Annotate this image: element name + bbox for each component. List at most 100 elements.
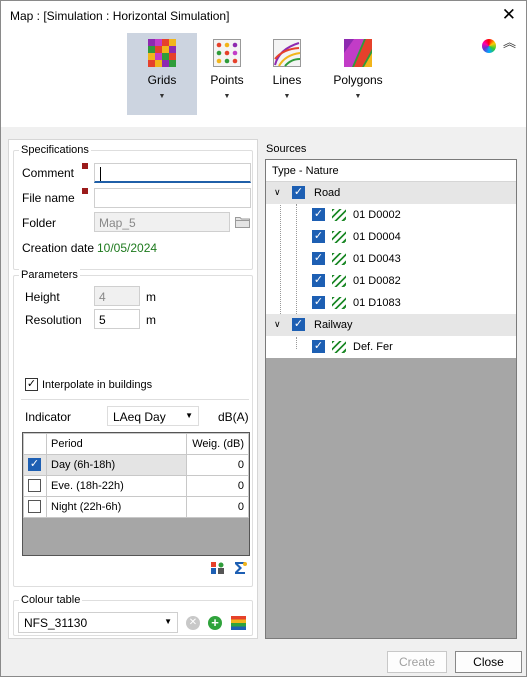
tree-body: ∨ ✓ Road ✓ 01 D0002 ✓ 01 D0004 ✓ 01 D004… [266,182,516,358]
item-checkbox[interactable]: ✓ [312,274,325,287]
filename-label: File name [22,191,75,205]
table-row[interactable]: Night (22h-6h) 0 [23,496,249,518]
colour-table-select[interactable]: NFS_31130 ▼ [18,612,178,633]
color-wheel-icon[interactable] [482,39,496,53]
indicator-label: Indicator [25,410,72,424]
item-label: 01 D0004 [353,231,401,243]
polygons-label: Polygons [333,73,383,87]
tree-header[interactable]: Type - Nature [266,160,516,182]
creation-date-label: Creation date [22,241,95,255]
tree-item[interactable]: ✓ 01 D1083 [266,292,516,314]
resolution-label: Resolution [25,313,82,327]
item-label: 01 D0082 [353,275,401,287]
creation-date-value: 10/05/2024 [97,241,158,255]
weight-header[interactable]: Weig. (dB) [186,433,249,455]
grids-label: Grids [147,73,177,87]
title-bar: Map : [Simulation : Horizontal Simulatio… [1,1,526,31]
tree-item[interactable]: ✓ 01 D0002 [266,204,516,226]
period-header[interactable]: Period [46,433,187,455]
divider [21,399,249,400]
tree-group-road[interactable]: ∨ ✓ Road [266,182,516,204]
table-row[interactable]: Eve. (18h-22h) 0 [23,475,249,497]
day-checkbox[interactable]: ✓ [28,458,41,471]
height-input[interactable]: 4 [94,286,140,306]
tree-item[interactable]: ✓ 01 D0043 [266,248,516,270]
close-button[interactable]: Close [455,651,522,673]
chevron-down-icon: ▼ [185,411,193,420]
lines-button[interactable]: Lines ▼ [260,33,314,115]
sum-icon[interactable] [233,561,248,575]
evening-checkbox[interactable] [28,479,41,492]
sources-tree: Type - Nature ∨ ✓ Road ✓ 01 D0002 ✓ 01 D… [265,159,517,639]
height-unit: m [146,290,156,304]
folder-label: Folder [22,216,57,230]
item-checkbox[interactable]: ✓ [312,340,325,353]
folder-browse-icon[interactable] [235,216,250,228]
table-row[interactable]: ✓ Day (6h-18h) 0 [23,454,249,476]
map-dialog: Map : [Simulation : Horizontal Simulatio… [0,0,527,677]
specifications-legend: Specifications [19,144,91,156]
interpolate-label: Interpolate in buildings [42,379,153,391]
weight-cell[interactable]: 0 [186,475,249,497]
close-window-icon[interactable]: ✕ [502,6,516,24]
collapse-ribbon-icon[interactable]: ︽ [503,36,516,50]
chevron-down-icon[interactable]: ∨ [274,319,281,330]
add-colour-table-icon[interactable]: + [208,616,222,630]
comment-input[interactable] [94,163,251,183]
interpolate-checkbox[interactable]: ✓ [25,378,38,391]
points-button[interactable]: Points ▼ [200,33,254,115]
item-checkbox[interactable]: ✓ [312,296,325,309]
tree-item[interactable]: ✓ 01 D0004 [266,226,516,248]
road-hatch-icon [332,231,346,243]
group-label: Road [314,187,341,199]
tree-group-railway[interactable]: ∨ ✓ Railway [266,314,516,336]
period-grid: Period Weig. (dB) ✓ Day (6h-18h) 0 Eve. … [22,432,250,556]
settings-panel: Specifications Comment File name Folder … [8,139,258,639]
rail-hatch-icon [332,341,346,353]
railway-checkbox[interactable]: ✓ [292,318,305,331]
filename-input[interactable] [94,188,251,208]
window-title: Map : [Simulation : Horizontal Simulatio… [10,9,230,23]
colour-table-legend: Colour table [19,594,83,606]
item-label: 01 D0043 [353,253,401,265]
chevron-down-icon[interactable]: ∨ [274,187,281,198]
period-cell: Day (6h-18h) [46,454,187,476]
grid-map-icon [148,39,176,67]
item-checkbox[interactable]: ✓ [312,208,325,221]
points-label: Points [210,73,244,87]
lines-dropdown-icon: ▼ [283,93,291,100]
period-table: Period Weig. (dB) ✓ Day (6h-18h) 0 Eve. … [23,433,249,518]
road-hatch-icon [332,297,346,309]
indicator-select[interactable]: LAeq Day ▼ [107,406,199,426]
folder-input[interactable]: Map_5 [94,212,230,232]
resolution-input[interactable]: 5 [94,309,140,329]
item-label: Def. Fer [353,341,393,353]
period-settings-icon[interactable] [210,561,226,575]
weight-cell[interactable]: 0 [186,454,249,476]
item-checkbox[interactable]: ✓ [312,252,325,265]
road-checkbox[interactable]: ✓ [292,186,305,199]
create-button[interactable]: Create [387,651,447,673]
points-dropdown-icon: ▼ [223,93,231,100]
period-cell: Eve. (18h-22h) [46,475,187,497]
item-checkbox[interactable]: ✓ [312,230,325,243]
chevron-down-icon: ▼ [164,617,172,626]
contour-lines-icon [273,39,301,67]
night-checkbox[interactable] [28,500,41,513]
polygons-button[interactable]: Polygons ▼ [329,33,387,115]
resolution-unit: m [146,313,156,327]
remove-colour-table-icon[interactable]: ✕ [186,616,200,630]
item-label: 01 D0002 [353,209,401,221]
points-map-icon [213,39,241,67]
grids-dropdown-icon: ▼ [158,93,166,100]
item-label: 01 D1083 [353,297,401,309]
table-header-row: Period Weig. (dB) [23,433,249,455]
tree-item[interactable]: ✓ 01 D0082 [266,270,516,292]
comment-label: Comment [22,166,75,180]
weight-cell[interactable]: 0 [186,496,249,518]
comment-required-marker [82,163,88,169]
tree-item[interactable]: ✓ Def. Fer [266,336,516,358]
grids-button[interactable]: Grids ▼ [127,33,197,115]
road-hatch-icon [332,209,346,221]
colour-scale-icon[interactable] [231,616,246,630]
